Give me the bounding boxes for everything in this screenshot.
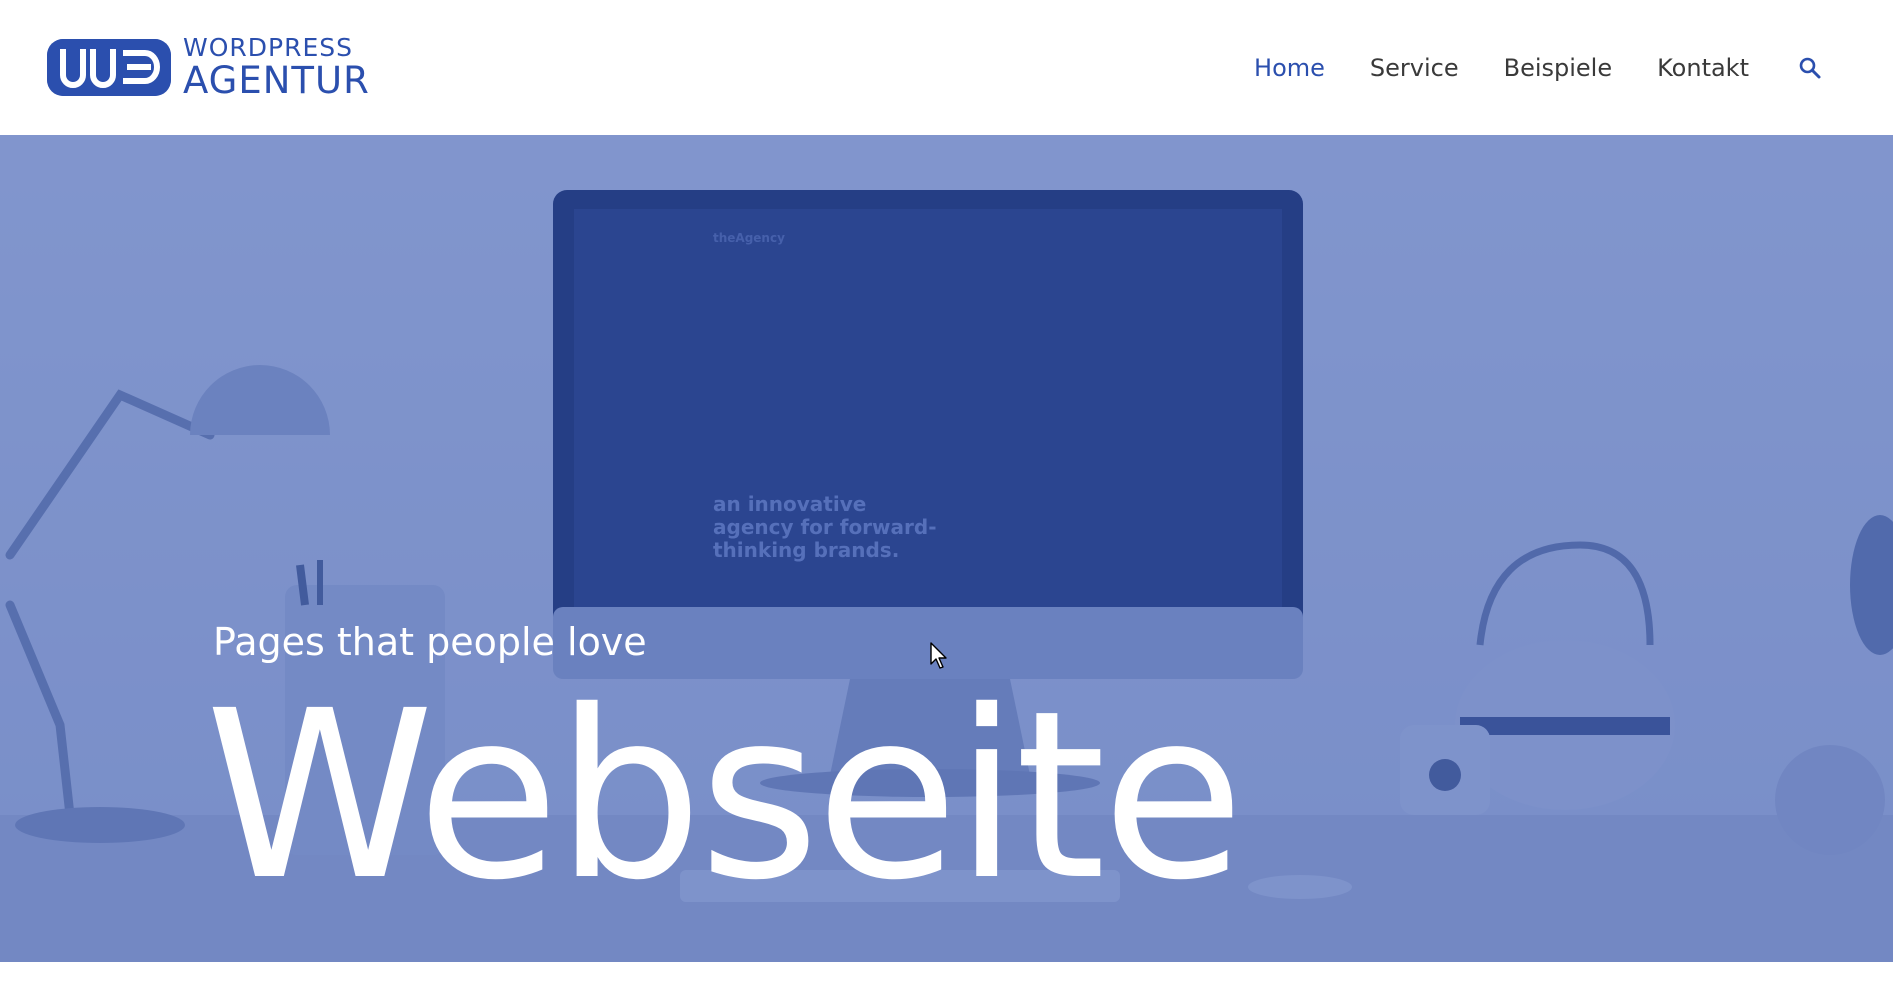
logo-line2: AGENTUR bbox=[183, 59, 370, 102]
monitor-screen-text: an innovative agency for forward-thinkin… bbox=[713, 492, 937, 562]
nav-item-service[interactable]: Service bbox=[1370, 54, 1459, 82]
logo-line1: WORDPRESS bbox=[183, 33, 353, 62]
nav-item-kontakt[interactable]: Kontakt bbox=[1657, 54, 1749, 82]
logo-text: WORDPRESS AGENTUR bbox=[183, 35, 370, 99]
nav-item-home[interactable]: Home bbox=[1254, 54, 1325, 82]
logo-mark-icon bbox=[47, 38, 171, 96]
hero-tagline: Pages that people love bbox=[213, 620, 647, 664]
site-logo[interactable]: WORDPRESS AGENTUR bbox=[47, 35, 427, 99]
nav-item-beispiele[interactable]: Beispiele bbox=[1504, 54, 1613, 82]
search-icon[interactable] bbox=[1797, 55, 1823, 81]
hero-section: theAgency an innovative agency for forwa… bbox=[0, 135, 1893, 962]
hero-headline: Webseite bbox=[205, 661, 1245, 931]
site-header: WORDPRESS AGENTUR Home Service Beispiele… bbox=[0, 0, 1893, 135]
main-nav: Home Service Beispiele Kontakt bbox=[1209, 48, 1823, 88]
monitor-screen-logo: theAgency bbox=[713, 231, 785, 245]
page-bottom-strip bbox=[0, 962, 1893, 991]
